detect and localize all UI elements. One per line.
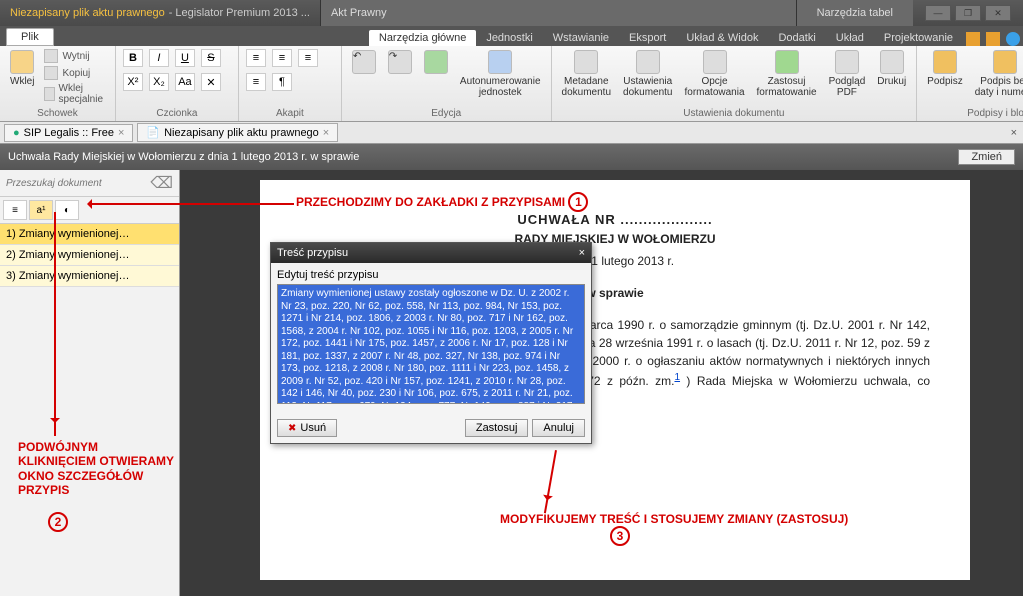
align-right-button[interactable]: ≡ xyxy=(298,49,318,67)
print-button[interactable]: Drukuj xyxy=(873,48,910,89)
strike-button[interactable]: S xyxy=(201,49,221,67)
doc-tab-legalis[interactable]: ● SIP Legalis :: Free × xyxy=(4,124,133,142)
maximize-button[interactable]: ❐ xyxy=(955,5,981,21)
dialog-title: Treść przypisu xyxy=(277,247,348,259)
ribbon-tabs: Plik Narzędzia główne Jednostki Wstawian… xyxy=(0,26,1023,46)
tab-structure[interactable]: ≡ xyxy=(3,200,27,220)
footnote-item-2[interactable]: 2) Zmiany wymienionej… xyxy=(0,245,179,266)
bold-button[interactable]: B xyxy=(123,49,143,67)
underline-button[interactable]: U xyxy=(175,49,195,67)
tab-layout-view[interactable]: Układ & Widok xyxy=(676,30,768,46)
dialog-titlebar[interactable]: Treść przypisu × xyxy=(271,243,591,263)
case-button[interactable]: Aa xyxy=(175,73,195,91)
copy-button[interactable]: Kopiuj xyxy=(42,65,108,81)
close-tab-icon[interactable]: × xyxy=(323,127,329,139)
document-header-text: Uchwała Rady Miejskiej w Wołomierzu z dn… xyxy=(8,151,359,163)
document-icon: 📄 xyxy=(146,126,160,139)
dialog-close-icon[interactable]: × xyxy=(579,247,585,259)
lock-icon[interactable] xyxy=(986,32,1000,46)
tab-addons[interactable]: Dodatki xyxy=(768,30,825,46)
apply-format-button[interactable]: Zastosuj formatowanie xyxy=(753,48,821,100)
group-font: B I U S X² X₂ Aa ✕ Czcionka xyxy=(116,46,239,121)
context-title: Akt Prawny xyxy=(320,0,797,26)
group-label: Schowek xyxy=(6,106,109,119)
undo-button[interactable]: ↶ xyxy=(348,48,380,78)
footnote-item-1[interactable]: 1) Zmiany wymienionej… xyxy=(0,224,179,245)
help-icon[interactable] xyxy=(1006,32,1020,46)
cut-button[interactable]: Wytnij xyxy=(42,48,108,64)
metadata-button[interactable]: Metadane dokumentu xyxy=(558,48,615,100)
footnote-dialog: Treść przypisu × Edytuj treść przypisu U… xyxy=(270,242,592,444)
docsettings-button[interactable]: Ustawienia dokumentu xyxy=(619,48,676,100)
sidebar: ⌫ ≡ a¹ ◐ 1) Zmiany wymienionej… 2) Zmian… xyxy=(0,170,180,596)
redo-button[interactable]: ↷ xyxy=(384,48,416,78)
group-clipboard: Wklej Wytnij Kopiuj Wklej specjalnie Sch… xyxy=(0,46,116,121)
format-options-button[interactable]: Opcje formatowania xyxy=(681,48,749,100)
autonum-button[interactable]: Autonumerowanie jednostek xyxy=(456,48,545,100)
document-header: Uchwała Rady Miejskiej w Wołomierzu z dn… xyxy=(0,144,1023,170)
globe-icon: ● xyxy=(13,127,20,139)
delete-button[interactable]: Usuń xyxy=(277,419,337,437)
footnote-item-3[interactable]: 3) Zmiany wymienionej… xyxy=(0,266,179,287)
tab-footnotes[interactable]: a¹ xyxy=(29,200,53,220)
pdf-preview-button[interactable]: Podgląd PDF xyxy=(825,48,870,100)
paste-button[interactable]: Wklej xyxy=(6,48,38,89)
align-left-button[interactable]: ≡ xyxy=(246,49,266,67)
group-paragraph: ≡ ≡ ≡ ≡ ¶ Akapit xyxy=(239,46,342,121)
search-input[interactable] xyxy=(6,178,150,189)
tab-insert[interactable]: Wstawianie xyxy=(543,30,619,46)
subscript-button[interactable]: X₂ xyxy=(149,73,169,91)
group-sign: Podpisz Podpis bez daty i numeru Zabloku… xyxy=(917,46,1023,121)
dialog-edit-label: Edytuj treść przypisu xyxy=(277,269,585,281)
doc-tab-unsaved[interactable]: 📄 Niezapisany plik aktu prawnego × xyxy=(137,123,338,142)
group-label: Czcionka xyxy=(122,106,232,119)
page-title: UCHWAŁA NR .................... xyxy=(300,210,930,230)
cancel-button[interactable]: Anuluj xyxy=(532,419,585,437)
sidebar-toolstrip: ≡ a¹ ◐ xyxy=(0,197,179,224)
close-button[interactable]: ✕ xyxy=(985,5,1011,21)
apply-button[interactable]: Zastosuj xyxy=(465,419,529,437)
paste-special-button[interactable]: Wklej specjalnie xyxy=(42,82,108,106)
group-label: Podpisy i blokady xyxy=(923,106,1023,119)
group-docsettings: Metadane dokumentu Ustawienia dokumentu … xyxy=(552,46,918,121)
close-all-tabs-icon[interactable]: × xyxy=(1011,127,1017,139)
tab-units[interactable]: Jednostki xyxy=(476,30,542,46)
clear-format-button[interactable]: ✕ xyxy=(201,73,221,91)
sign-nodatenum-button[interactable]: Podpis bez daty i numeru xyxy=(971,48,1023,100)
file-menu[interactable]: Plik xyxy=(6,28,54,46)
app-title: - Legislator Premium 2013 ... xyxy=(169,7,310,19)
document-tabs: ● SIP Legalis :: Free × 📄 Niezapisany pl… xyxy=(0,122,1023,144)
find-button[interactable] xyxy=(420,48,452,78)
justify-button[interactable]: ≡ xyxy=(246,73,266,91)
align-center-button[interactable]: ≡ xyxy=(272,49,292,67)
italic-button[interactable]: I xyxy=(149,49,169,67)
sign-button[interactable]: Podpisz xyxy=(923,48,967,89)
folder-icon[interactable] xyxy=(966,32,980,46)
tab-design[interactable]: Projektowanie xyxy=(874,30,963,46)
clear-icon[interactable]: ⌫ xyxy=(150,173,173,193)
footnote-textarea[interactable] xyxy=(277,284,585,404)
tab-main-tools[interactable]: Narzędzia główne xyxy=(369,30,476,46)
change-button[interactable]: Zmień xyxy=(958,149,1015,165)
tools-title: Narzędzia tabel xyxy=(797,0,913,26)
tab-export[interactable]: Eksport xyxy=(619,30,676,46)
group-label: Edycja xyxy=(348,106,545,119)
tab-layout[interactable]: Układ xyxy=(826,30,874,46)
close-tab-icon[interactable]: × xyxy=(118,127,124,139)
group-edit: ↶ ↷ Autonumerowanie jednostek Edycja xyxy=(342,46,552,121)
window-titlebar: Niezapisany plik aktu prawnego - Legisla… xyxy=(0,0,1023,26)
superscript-button[interactable]: X² xyxy=(123,73,143,91)
tab-other[interactable]: ◐ xyxy=(55,200,79,220)
search-box[interactable]: ⌫ xyxy=(0,170,179,197)
group-label: Akapit xyxy=(245,106,335,119)
minimize-button[interactable]: — xyxy=(925,5,951,21)
ribbon: Wklej Wytnij Kopiuj Wklej specjalnie Sch… xyxy=(0,46,1023,122)
group-label: Ustawienia dokumentu xyxy=(558,106,911,119)
doc-title: Niezapisany plik aktu prawnego xyxy=(10,7,165,19)
pilcrow-button[interactable]: ¶ xyxy=(272,73,292,91)
